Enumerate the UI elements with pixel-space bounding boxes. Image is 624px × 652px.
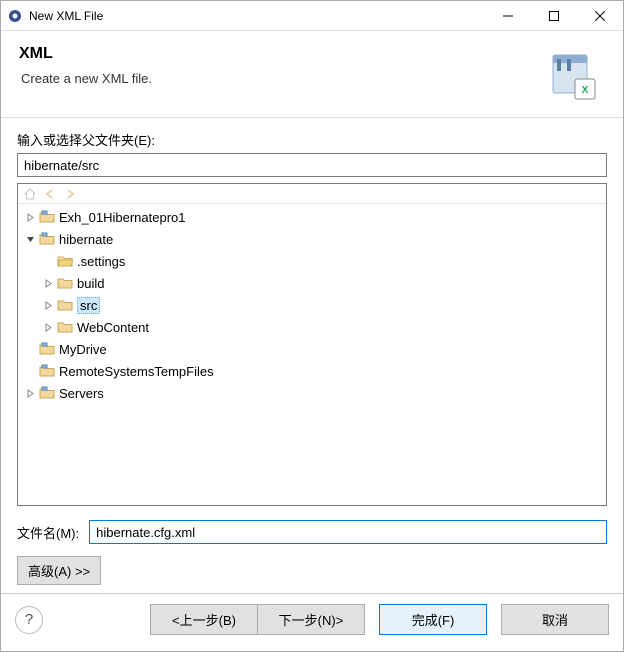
caret-right-icon[interactable] (22, 385, 38, 401)
home-icon[interactable] (22, 186, 38, 202)
svg-text:X: X (582, 85, 589, 96)
advanced-button[interactable]: 高级(A) >> (17, 556, 101, 585)
folder-icon (38, 341, 56, 357)
folder-icon (56, 297, 74, 313)
back-button[interactable]: <上一步(B) (150, 604, 258, 635)
forward-arrow-icon[interactable] (62, 186, 78, 202)
parent-folder-label: 输入或选择父文件夹(E): (17, 130, 607, 149)
maximize-button[interactable] (531, 1, 577, 31)
help-icon: ? (25, 611, 33, 628)
finish-button[interactable]: 完成(F) (379, 604, 487, 635)
tree-node-label: WebContent (77, 320, 149, 335)
tree-node[interactable]: .settings (20, 250, 604, 272)
back-arrow-icon[interactable] (42, 186, 58, 202)
folder-icon (38, 363, 56, 379)
tree-node[interactable]: Exh_01Hibernatepro1 (20, 206, 604, 228)
app-icon (7, 8, 23, 24)
tree-node[interactable]: build (20, 272, 604, 294)
filename-label: 文件名(M): (17, 523, 79, 542)
tree-node-label: RemoteSystemsTempFiles (59, 364, 214, 379)
caret-right-icon[interactable] (40, 297, 56, 313)
tree-node[interactable]: MyDrive (20, 338, 604, 360)
window-title: New XML File (29, 9, 485, 23)
tree-node-label: build (77, 276, 104, 291)
tree-toolbar (18, 184, 606, 204)
filename-input[interactable] (89, 520, 607, 544)
filename-row: 文件名(M): (17, 520, 607, 544)
tree-node[interactable]: Servers (20, 382, 604, 404)
new-xml-file-dialog: New XML File XML Create a new XML file. (0, 0, 624, 652)
caret-down-icon[interactable] (22, 231, 38, 247)
folder-icon (56, 253, 74, 269)
footer-buttons: <上一步(B) 下一步(N)> 完成(F) 取消 (144, 604, 609, 635)
dialog-header: XML Create a new XML file. X (1, 31, 623, 118)
caret-right-icon[interactable] (40, 319, 56, 335)
tree-node[interactable]: WebContent (20, 316, 604, 338)
tree-node-label: src (77, 297, 100, 314)
folder-icon (56, 275, 74, 291)
cancel-button[interactable]: 取消 (501, 604, 609, 635)
tree-node-label: Exh_01Hibernatepro1 (59, 210, 185, 225)
xml-file-icon: X (541, 45, 605, 109)
titlebar: New XML File (1, 1, 623, 31)
header-description: Create a new XML file. (19, 71, 541, 86)
close-button[interactable] (577, 1, 623, 31)
folder-tree-container: Exh_01Hibernatepro1 hibernate .settings bui… (17, 183, 607, 506)
tree-node-label: hibernate (59, 232, 113, 247)
folder-icon (38, 209, 56, 225)
folder-icon (56, 319, 74, 335)
dialog-content: 输入或选择父文件夹(E): Exh_01Hibernatepro1hiberna… (1, 118, 623, 593)
tree-node[interactable]: src (20, 294, 604, 316)
help-button[interactable]: ? (15, 606, 43, 634)
parent-folder-input[interactable] (17, 153, 607, 177)
folder-icon (38, 385, 56, 401)
dialog-footer: ? <上一步(B) 下一步(N)> 完成(F) 取消 (1, 593, 623, 651)
window-controls (485, 1, 623, 31)
tree-node-label: MyDrive (59, 342, 107, 357)
advanced-row: 高级(A) >> (17, 556, 607, 585)
tree-node[interactable]: RemoteSystemsTempFiles (20, 360, 604, 382)
header-title: XML (19, 45, 541, 63)
minimize-button[interactable] (485, 1, 531, 31)
folder-icon (38, 231, 56, 247)
tree-node-label: .settings (77, 254, 125, 269)
caret-right-icon[interactable] (40, 275, 56, 291)
next-button[interactable]: 下一步(N)> (257, 604, 365, 635)
tree-node[interactable]: hibernate (20, 228, 604, 250)
caret-right-icon[interactable] (22, 209, 38, 225)
tree-node-label: Servers (59, 386, 104, 401)
folder-tree[interactable]: Exh_01Hibernatepro1 hibernate .settings bui… (18, 204, 606, 505)
